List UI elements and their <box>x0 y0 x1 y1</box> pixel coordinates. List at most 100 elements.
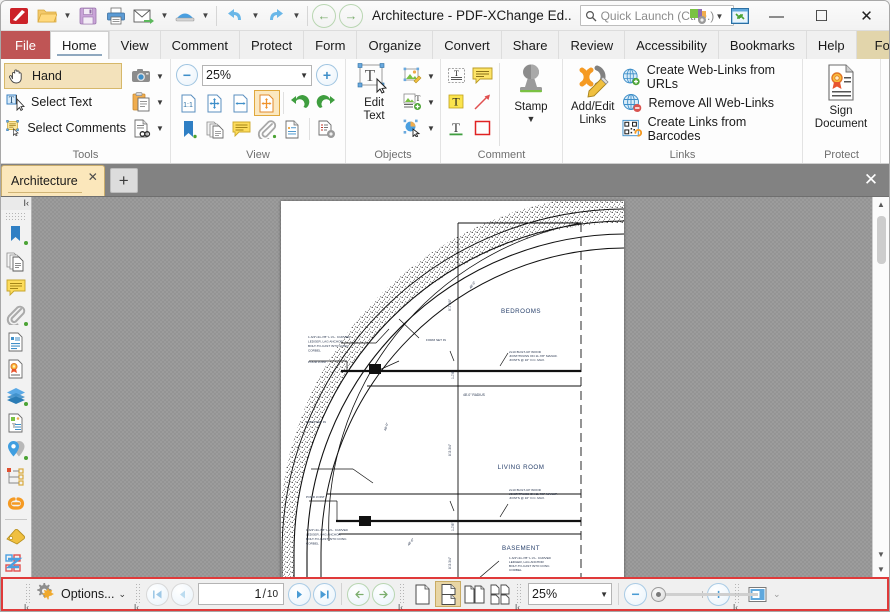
new-tab-button[interactable]: + <box>110 168 138 193</box>
nav-model-tree-button[interactable] <box>3 463 30 490</box>
text-box-button[interactable]: T <box>444 63 470 89</box>
customize-toolbar-caret[interactable]: ▼ <box>713 3 726 29</box>
fit-width-button[interactable] <box>228 90 254 116</box>
tab-convert[interactable]: Convert <box>432 31 501 59</box>
rotate-left-button[interactable] <box>287 90 313 116</box>
nav-signatures-button[interactable] <box>3 356 30 383</box>
nav-attachments-button[interactable] <box>3 302 30 329</box>
tab-form[interactable]: Form <box>303 31 356 59</box>
sticky-note-button[interactable] <box>470 63 496 89</box>
zoom-slider-track[interactable] <box>666 593 758 596</box>
rotate-right-button[interactable] <box>313 90 339 116</box>
create-links-from-barcodes-button[interactable]: Create Links from Barcodes <box>619 116 799 142</box>
edit-shape-dropdown-caret[interactable]: ▼ <box>425 124 437 133</box>
paste-button[interactable] <box>128 89 154 115</box>
scroll-page-down-button[interactable]: ▼ <box>873 547 890 562</box>
undo-dropdown-caret[interactable]: ▼ <box>249 3 262 29</box>
minimize-button[interactable]: — <box>754 1 799 31</box>
add-image-dropdown-caret[interactable]: ▼ <box>425 98 437 107</box>
statusbar-grip-2[interactable] <box>135 583 142 605</box>
tab-help[interactable]: Help <box>806 31 856 59</box>
pdf-page-1[interactable]: BEDROOMS LIVING ROOM BASEMENT 1-3/4"x11-… <box>281 201 624 577</box>
statusbar-expand-button[interactable]: ⱟ <box>6 589 22 600</box>
back-button[interactable]: ← <box>312 4 336 28</box>
content-pane-button[interactable] <box>280 116 306 142</box>
options-label[interactable]: Options... <box>61 587 115 601</box>
nav-links-button[interactable] <box>3 490 30 517</box>
last-page-button[interactable] <box>313 583 336 606</box>
nav-tags-button[interactable] <box>3 523 30 550</box>
tab-accessibility[interactable]: Accessibility <box>624 31 718 59</box>
scan-dropdown-caret[interactable]: ▼ <box>199 3 212 29</box>
stamp-dropdown-caret[interactable]: ▼ <box>527 114 536 124</box>
snapshot-tool-button[interactable] <box>128 63 154 89</box>
two-page-continuous-layout-button[interactable] <box>487 581 513 607</box>
nav-layers-button[interactable] <box>3 382 30 409</box>
email-dropdown-caret[interactable]: ▼ <box>158 3 171 29</box>
statusbar-zoom-out-button[interactable]: − <box>624 583 647 606</box>
document-viewport[interactable]: BEDROOMS LIVING ROOM BASEMENT 1-3/4"x11-… <box>32 197 872 577</box>
nav-content-button[interactable]: T <box>3 409 30 436</box>
navigation-pane-collapse-button[interactable]: I‹ <box>1 197 31 210</box>
add-edit-links-button[interactable]: Add/Edit Links <box>566 61 619 126</box>
scroll-thumb[interactable] <box>877 216 886 264</box>
scroll-down-button[interactable]: ▼ <box>873 562 890 577</box>
tab-format[interactable]: Format <box>856 31 890 59</box>
open-icon[interactable] <box>33 3 61 29</box>
navigation-pane-grip[interactable] <box>5 212 27 221</box>
tab-organize[interactable]: Organize <box>356 31 432 59</box>
single-page-layout-button[interactable] <box>409 581 435 607</box>
open-dropdown-caret[interactable]: ▼ <box>61 3 74 29</box>
zoom-dropdown-caret[interactable]: ▼ <box>300 71 308 80</box>
zoom-slider-knob[interactable] <box>651 587 666 602</box>
fit-page-button[interactable] <box>202 90 228 116</box>
hand-tool-button[interactable]: Hand <box>4 63 122 89</box>
tab-share[interactable]: Share <box>501 31 559 59</box>
create-web-links-from-urls-button[interactable]: Create Web-Links from URLs <box>619 64 799 90</box>
edit-image-button[interactable] <box>399 63 425 89</box>
comments-pane-button[interactable] <box>228 116 254 142</box>
stamp-button[interactable]: Stamp ▼ <box>503 61 559 124</box>
document-tab-architecture[interactable]: Architecture ✕ <box>1 165 105 196</box>
next-view-button[interactable] <box>372 583 395 606</box>
edit-shape-button[interactable] <box>399 115 425 141</box>
maximize-button[interactable]: ☐ <box>799 1 844 31</box>
sign-document-button[interactable]: Sign Document <box>806 61 876 130</box>
tab-comment[interactable]: Comment <box>160 31 239 59</box>
app-logo-icon[interactable] <box>5 3 33 29</box>
edit-text-button[interactable]: T Edit Text <box>349 61 399 122</box>
scan-icon[interactable] <box>171 3 199 29</box>
zoom-in-button[interactable]: + <box>316 64 338 86</box>
bookmarks-pane-button[interactable] <box>176 116 202 142</box>
pages-pane-button[interactable] <box>202 116 228 142</box>
next-page-button[interactable] <box>288 583 311 606</box>
close-document-button[interactable]: ✕ <box>860 169 882 191</box>
select-comments-tool-button[interactable]: Select Comments <box>4 115 128 141</box>
forward-button[interactable]: → <box>339 4 363 28</box>
rectangle-button[interactable] <box>470 115 496 141</box>
arrow-button[interactable] <box>470 89 496 115</box>
page-number-input[interactable]: 1 / 10 <box>198 583 284 605</box>
tab-view[interactable]: View <box>109 31 160 59</box>
statusbar-zoom-caret[interactable]: ▼ <box>600 590 608 599</box>
two-page-layout-button[interactable] <box>461 581 487 607</box>
nav-order-button[interactable] <box>3 550 30 577</box>
redo-icon[interactable] <box>262 3 290 29</box>
fullscreen-dropdown-caret[interactable]: ⌄ <box>773 589 781 600</box>
edit-image-dropdown-caret[interactable]: ▼ <box>425 72 437 81</box>
redo-dropdown-caret[interactable]: ▼ <box>290 3 303 29</box>
underline-button[interactable]: T <box>444 115 470 141</box>
print-icon[interactable] <box>102 3 130 29</box>
save-icon[interactable] <box>74 3 102 29</box>
zoom-level-combo[interactable]: 25% ▼ <box>202 65 312 86</box>
attachments-pane-button[interactable] <box>254 116 280 142</box>
tab-home[interactable]: Home <box>50 31 109 59</box>
customize-toolbar-icon[interactable] <box>685 3 713 29</box>
statusbar-grip-1[interactable] <box>25 583 32 605</box>
nav-bookmarks-button[interactable] <box>3 221 30 248</box>
undo-icon[interactable] <box>221 3 249 29</box>
statusbar-zoom-combo[interactable]: 25% ▼ <box>528 583 612 605</box>
snapshot-dropdown-caret[interactable]: ▼ <box>154 72 166 81</box>
nav-thumbnails-button[interactable] <box>3 248 30 275</box>
nav-destinations-button[interactable] <box>3 436 30 463</box>
